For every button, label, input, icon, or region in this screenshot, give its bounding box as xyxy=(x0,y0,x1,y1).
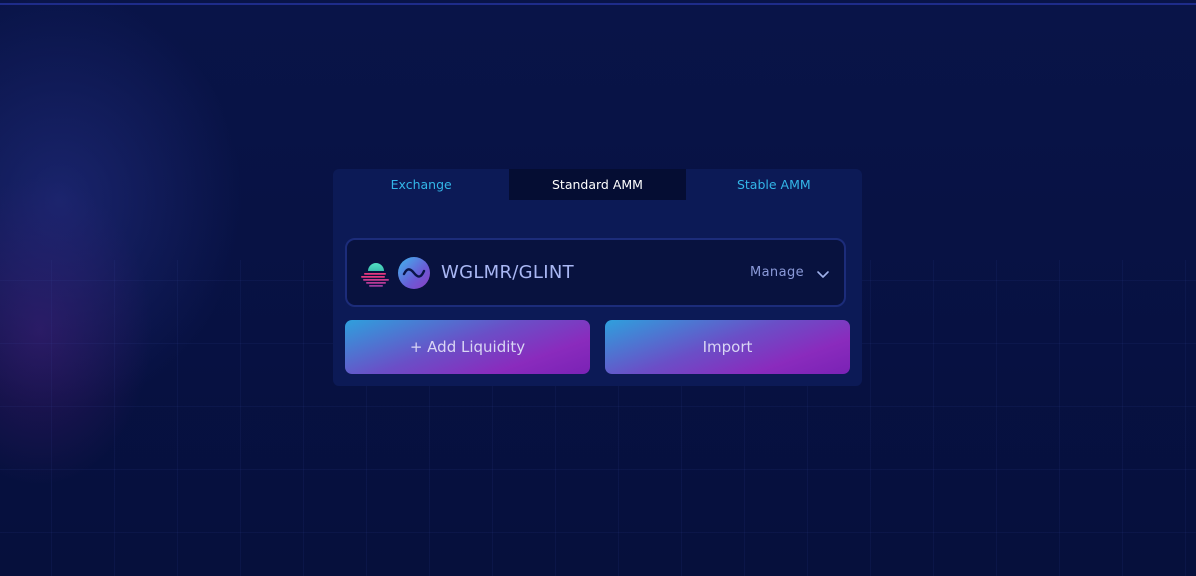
wglmr-token-icon xyxy=(359,256,393,290)
import-button[interactable]: Import xyxy=(605,320,850,374)
manage-button[interactable]: Manage xyxy=(750,265,830,280)
page: Exchange Standard AMM Stable AMM WGLMR/G… xyxy=(0,0,1196,576)
pair-name: WGLMR/GLINT xyxy=(441,262,574,283)
tab-standard-amm[interactable]: Standard AMM xyxy=(509,169,686,200)
top-border-line xyxy=(0,3,1196,5)
tab-stable-amm[interactable]: Stable AMM xyxy=(686,169,862,200)
liquidity-card: Exchange Standard AMM Stable AMM WGLMR/G… xyxy=(333,169,862,386)
tab-exchange[interactable]: Exchange xyxy=(333,169,509,200)
manage-label: Manage xyxy=(749,265,804,280)
glint-token-icon xyxy=(397,256,431,290)
chevron-down-icon xyxy=(816,266,830,280)
add-liquidity-button[interactable]: + Add Liquidity xyxy=(345,320,590,374)
liquidity-pair-row[interactable]: WGLMR/GLINT Manage xyxy=(345,238,846,307)
amm-tabs: Exchange Standard AMM Stable AMM xyxy=(333,169,862,200)
